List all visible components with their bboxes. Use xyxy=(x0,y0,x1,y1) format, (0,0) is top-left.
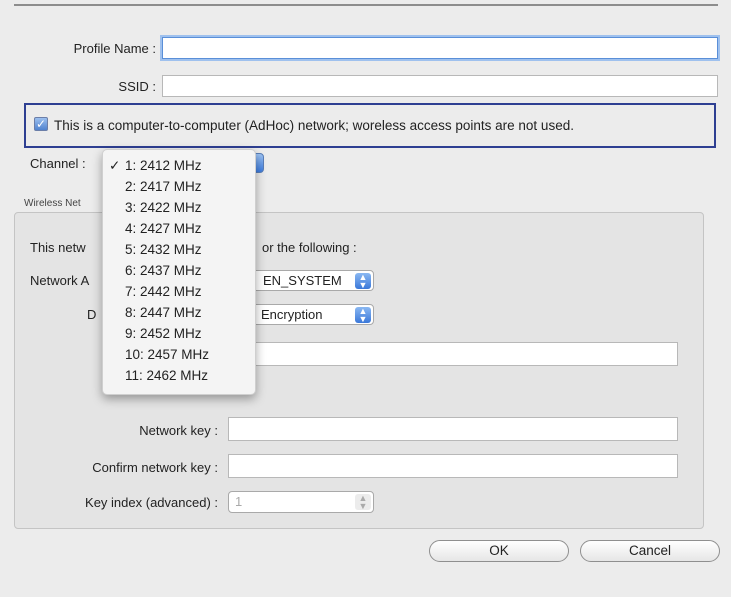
security-intro-text: This netw xyxy=(30,240,86,255)
ok-button[interactable]: OK xyxy=(429,540,569,562)
security-intro-text-continued: or the following : xyxy=(262,240,357,255)
channel-option-8[interactable]: 8: 2447 MHz xyxy=(103,303,255,324)
channel-option-10[interactable]: 10: 2457 MHz xyxy=(103,345,255,366)
adhoc-checkbox[interactable]: ✓ xyxy=(34,117,48,131)
channel-option-4[interactable]: 4: 2427 MHz xyxy=(103,219,255,240)
updown-arrows-icon: ▲ ▼ xyxy=(355,273,371,290)
profile-name-input[interactable] xyxy=(162,37,718,59)
confirm-network-key-label: Confirm network key : xyxy=(92,460,218,475)
key-index-value: 1 xyxy=(235,494,243,509)
channel-option-9[interactable]: 9: 2452 MHz xyxy=(103,324,255,345)
ssid-label: SSID : xyxy=(118,79,156,94)
channel-option-11[interactable]: 11: 2462 MHz xyxy=(103,366,255,387)
network-key-input[interactable] xyxy=(228,417,678,441)
adhoc-checkbox-label[interactable]: This is a computer-to-computer (AdHoc) n… xyxy=(54,118,574,133)
channel-option-1[interactable]: ✓ 1: 2412 MHz xyxy=(103,156,255,177)
key-index-label: Key index (advanced) : xyxy=(85,495,218,510)
channel-option-3[interactable]: 3: 2422 MHz xyxy=(103,198,255,219)
profile-name-label: Profile Name : xyxy=(73,41,156,56)
network-key-label: Network key : xyxy=(139,423,218,438)
window-top-border xyxy=(14,4,718,6)
channel-option-7[interactable]: 7: 2442 MHz xyxy=(103,282,255,303)
channel-option-5[interactable]: 5: 2432 MHz xyxy=(103,240,255,261)
confirm-network-key-input[interactable] xyxy=(228,454,678,478)
updown-arrows-icon: ▲ ▼ xyxy=(355,307,371,324)
key-index-select[interactable]: 1 ▲ ▼ xyxy=(228,491,374,513)
wireless-network-security-group-title: Wireless Net xyxy=(24,198,81,209)
checkmark-icon: ✓ xyxy=(109,158,121,173)
cancel-button[interactable]: Cancel xyxy=(580,540,720,562)
ssid-input[interactable] xyxy=(162,75,718,97)
channel-label: Channel : xyxy=(30,156,86,171)
channel-option-6[interactable]: 6: 2437 MHz xyxy=(103,261,255,282)
channel-dropdown-menu: ✓ 1: 2412 MHz 2: 2417 MHz 3: 2422 MHz 4:… xyxy=(102,149,256,395)
network-authentication-label: Network A xyxy=(30,273,90,288)
channel-option-2[interactable]: 2: 2417 MHz xyxy=(103,177,255,198)
adhoc-option-highlight: ✓ This is a computer-to-computer (AdHoc)… xyxy=(24,103,716,148)
updown-arrows-icon: ▲ ▼ xyxy=(355,494,371,511)
hidden-field-input[interactable] xyxy=(228,342,678,366)
data-encryption-label: D xyxy=(87,307,97,322)
